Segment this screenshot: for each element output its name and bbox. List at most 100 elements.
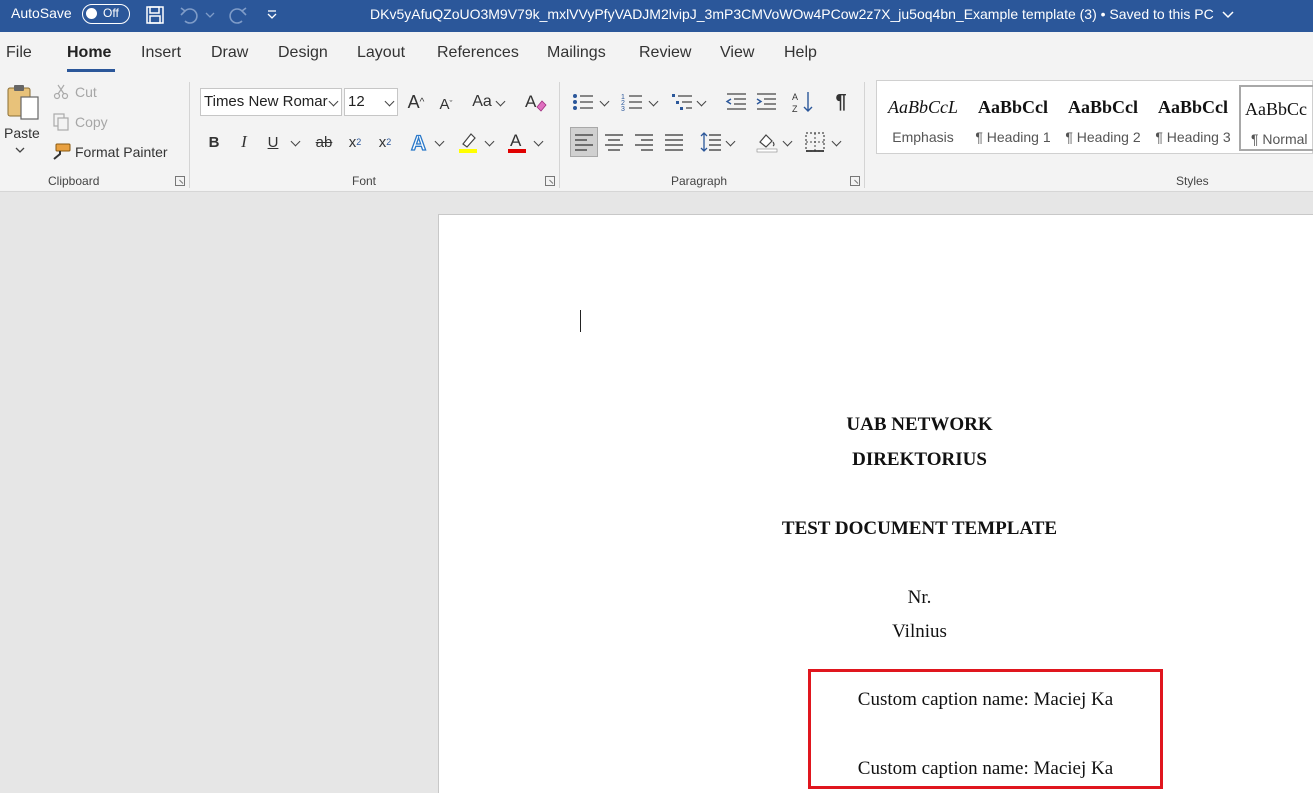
align-left-icon[interactable] [570, 127, 598, 157]
increase-indent-icon[interactable] [754, 90, 778, 114]
numbering-dropdown-icon[interactable] [648, 96, 659, 107]
bullets-dropdown-icon[interactable] [599, 96, 610, 107]
text-effects-dropdown-icon[interactable] [434, 136, 445, 147]
highlight-dropdown-icon[interactable] [484, 136, 495, 147]
line-spacing-icon[interactable] [699, 129, 723, 155]
paragraph-launcher-icon[interactable] [850, 176, 860, 186]
tab-help[interactable]: Help [784, 44, 817, 62]
change-case-button[interactable]: Aa [469, 90, 495, 114]
shrink-font-icon[interactable]: Aˇ [434, 92, 458, 116]
italic-button[interactable]: I [234, 130, 254, 154]
paste-icon[interactable] [4, 82, 42, 122]
tab-mailings[interactable]: Mailings [547, 44, 606, 62]
document-number[interactable]: Nr. [439, 587, 1313, 609]
cut-icon[interactable] [53, 84, 69, 100]
decrease-indent-icon[interactable] [724, 90, 748, 114]
justify-icon[interactable] [662, 129, 686, 155]
tab-review[interactable]: Review [639, 44, 691, 62]
numbering-icon[interactable]: 123 [620, 90, 644, 114]
show-formatting-marks-button[interactable]: ¶ [829, 89, 853, 115]
align-center-icon[interactable] [602, 129, 626, 155]
tab-view[interactable]: View [720, 44, 754, 62]
sort-icon[interactable]: AZ [790, 89, 816, 115]
toggle-knob [86, 8, 97, 19]
align-right-icon[interactable] [632, 129, 656, 155]
cut-label[interactable]: Cut [75, 84, 97, 100]
save-icon[interactable] [143, 3, 167, 27]
custom-caption-2[interactable]: Custom caption name: Maciej Ka [811, 758, 1160, 780]
tab-design[interactable]: Design [278, 44, 328, 62]
svg-text:Z: Z [792, 104, 798, 114]
tab-layout[interactable]: Layout [357, 44, 405, 62]
copy-label[interactable]: Copy [75, 114, 108, 130]
autosave-state: Off [103, 6, 119, 20]
tab-insert[interactable]: Insert [141, 44, 181, 62]
multilevel-dropdown-icon[interactable] [696, 96, 707, 107]
font-color-dropdown-icon[interactable] [533, 136, 544, 147]
format-painter-icon[interactable] [50, 142, 72, 162]
highlight-color-icon[interactable] [456, 129, 480, 155]
style-emphasis[interactable]: AaBbCcL Emphasis [879, 85, 967, 151]
superscript-icon[interactable]: x2 [374, 130, 396, 154]
tab-draw[interactable]: Draw [211, 44, 248, 62]
style-preview: AaBbCc [1245, 99, 1307, 119]
clipboard-launcher-icon[interactable] [175, 176, 185, 186]
style-preview: AaBbCcl [977, 97, 1048, 117]
font-color-icon[interactable]: A [505, 129, 529, 155]
undo-dropdown-icon[interactable] [203, 3, 217, 27]
paste-label[interactable]: Paste [4, 125, 40, 141]
line-spacing-dropdown-icon[interactable] [725, 136, 736, 147]
style-heading-3[interactable]: AaBbCcl ¶ Heading 3 [1149, 85, 1237, 151]
shading-dropdown-icon[interactable] [782, 136, 793, 147]
subscript-icon[interactable]: x2 [344, 130, 366, 154]
style-name: Emphasis [892, 129, 954, 145]
undo-icon[interactable] [178, 3, 202, 27]
style-heading-1[interactable]: AaBbCcl ¶ Heading 1 [969, 85, 1057, 151]
style-preview: AaBbCcL [888, 97, 958, 117]
company-name[interactable]: UAB NETWORK [439, 414, 1313, 436]
custom-caption-1[interactable]: Custom caption name: Maciej Ka [811, 689, 1160, 711]
tab-references[interactable]: References [437, 44, 519, 62]
style-heading-2[interactable]: AaBbCcl ¶ Heading 2 [1059, 85, 1147, 151]
style-name: ¶ Normal [1251, 131, 1308, 147]
underline-dropdown-icon[interactable] [290, 136, 301, 147]
text-effects-icon[interactable]: A [408, 129, 432, 155]
document-area[interactable]: UAB NETWORK DIREKTORIUS TEST DOCUMENT TE… [0, 193, 1313, 793]
department-name[interactable]: DIREKTORIUS [439, 449, 1313, 471]
style-name: ¶ Heading 3 [1155, 129, 1231, 145]
font-size-value: 12 [348, 93, 365, 110]
clear-formatting-icon[interactable]: A [522, 90, 548, 114]
document-page[interactable]: UAB NETWORK DIREKTORIUS TEST DOCUMENT TE… [438, 214, 1313, 793]
format-painter-label[interactable]: Format Painter [75, 144, 168, 160]
bullets-icon[interactable] [571, 90, 595, 114]
copy-icon[interactable] [52, 113, 70, 131]
document-city[interactable]: Vilnius [439, 621, 1313, 643]
redo-icon[interactable] [225, 3, 249, 27]
multilevel-list-icon[interactable] [670, 90, 694, 114]
ribbon-tabs: File Home Insert Draw Design Layout Refe… [0, 32, 1313, 76]
document-title[interactable]: DKv5yAfuQZoUO3M9V79k_mxlVVyPfyVADJM2lvip… [370, 6, 1234, 22]
svg-text:A: A [411, 132, 426, 153]
underline-button[interactable]: U [263, 130, 283, 154]
document-heading[interactable]: TEST DOCUMENT TEMPLATE [439, 518, 1313, 540]
autosave-toggle[interactable]: Off [82, 4, 130, 24]
strikethrough-label: ab [315, 133, 333, 151]
borders-dropdown-icon[interactable] [831, 136, 842, 147]
bold-button[interactable]: B [204, 130, 224, 154]
paste-dropdown-icon[interactable] [14, 144, 26, 156]
font-launcher-icon[interactable] [545, 176, 555, 186]
tab-file[interactable]: File [6, 44, 32, 62]
grow-font-icon[interactable]: A ^ [404, 90, 428, 114]
shading-icon[interactable] [754, 129, 780, 155]
svg-text:A: A [510, 131, 522, 150]
strikethrough-button[interactable]: ab [312, 130, 336, 154]
style-preview: AaBbCcl [1157, 97, 1228, 117]
styles-gallery: AaBbCcL Emphasis AaBbCcl ¶ Heading 1 AaB… [876, 80, 1313, 154]
style-normal[interactable]: AaBbCc ¶ Normal [1239, 85, 1313, 151]
title-bar: AutoSave Off DKv5yAfuQZoUO3M9V79k_mxlVVy… [0, 0, 1313, 32]
font-name-box[interactable]: Times New Romar [200, 88, 342, 116]
tab-home[interactable]: Home [67, 44, 111, 62]
borders-icon[interactable] [803, 129, 827, 155]
change-case-dropdown-icon[interactable] [495, 96, 506, 107]
customize-toolbar-icon[interactable] [260, 3, 284, 27]
